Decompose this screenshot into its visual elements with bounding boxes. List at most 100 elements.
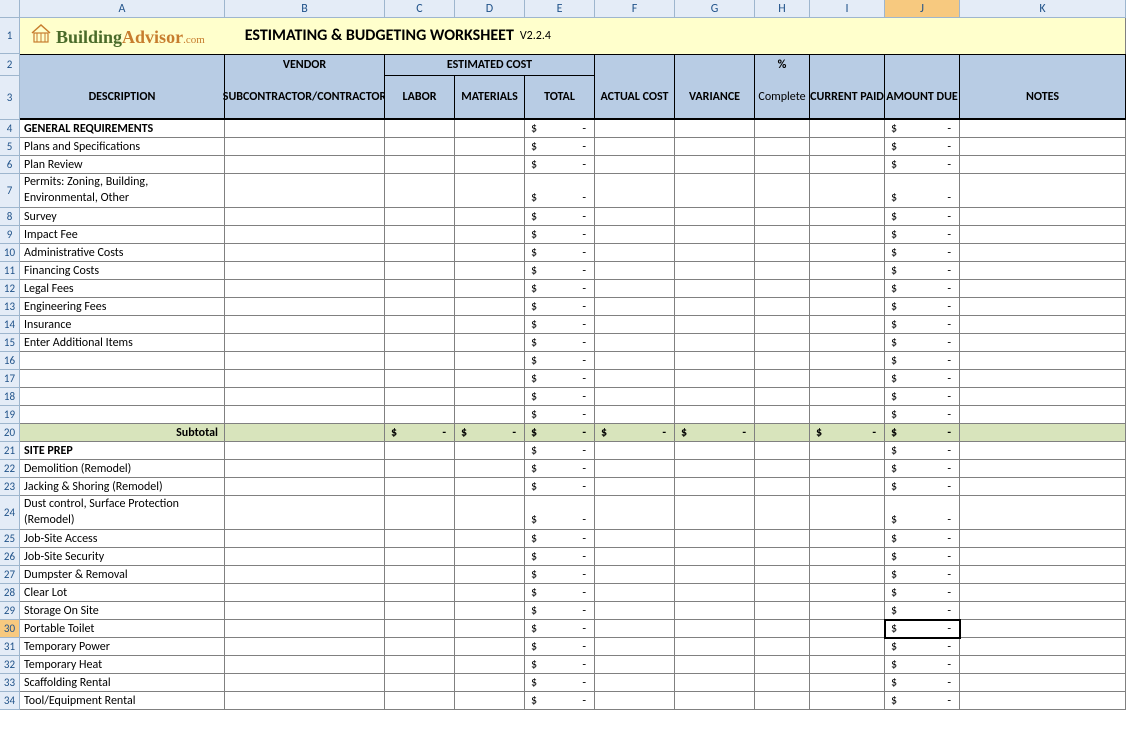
col-header-B[interactable]: B [225,0,385,17]
labor-cell[interactable] [385,280,455,298]
col-header-J[interactable]: J [885,0,960,17]
notes-cell[interactable] [960,174,1126,208]
labor-cell[interactable] [385,602,455,620]
labor-cell[interactable] [385,478,455,496]
notes-cell[interactable] [960,638,1126,656]
materials-cell[interactable] [455,566,525,584]
desc-cell[interactable]: Dumpster & Removal [20,566,225,584]
notes-cell[interactable] [960,280,1126,298]
row-header-18[interactable]: 18 [0,388,20,406]
variance-cell[interactable] [675,620,755,638]
total-cell[interactable]: $- [525,120,595,138]
vendor-cell[interactable] [225,656,385,674]
pct-cell[interactable] [755,388,810,406]
materials-cell[interactable] [455,120,525,138]
paid-cell[interactable] [810,442,885,460]
materials-cell[interactable] [455,656,525,674]
desc-cell[interactable]: Dust control, Surface Protection (Remode… [20,496,225,530]
paid-cell[interactable] [810,208,885,226]
desc-cell[interactable]: Temporary Power [20,638,225,656]
due-cell[interactable]: $- [885,478,960,496]
vendor-cell[interactable] [225,674,385,692]
col-header-F[interactable]: F [595,0,675,17]
pct-cell[interactable] [755,370,810,388]
materials-cell[interactable] [455,620,525,638]
total-cell[interactable]: $- [525,334,595,352]
total-cell[interactable]: $- [525,674,595,692]
actual-cell[interactable] [595,138,675,156]
row-header-32[interactable]: 32 [0,656,20,674]
due-cell[interactable]: $- [885,388,960,406]
total-cell[interactable]: $- [525,566,595,584]
labor-cell[interactable] [385,244,455,262]
variance-cell[interactable] [675,460,755,478]
variance-cell[interactable] [675,656,755,674]
labor-cell[interactable] [385,120,455,138]
notes-cell[interactable] [960,388,1126,406]
total-cell[interactable]: $- [525,226,595,244]
labor-cell[interactable] [385,208,455,226]
notes-cell[interactable] [960,656,1126,674]
vendor-cell[interactable] [225,442,385,460]
vendor-cell[interactable] [225,280,385,298]
variance-cell[interactable] [675,208,755,226]
vendor-cell[interactable] [225,406,385,424]
paid-cell[interactable] [810,530,885,548]
materials-cell[interactable] [455,208,525,226]
desc-cell[interactable]: Clear Lot [20,584,225,602]
vendor-cell[interactable] [225,460,385,478]
labor-cell[interactable] [385,298,455,316]
due-cell[interactable]: $- [885,496,960,530]
row-header-34[interactable]: 34 [0,692,20,710]
labor-cell[interactable] [385,530,455,548]
paid-cell[interactable] [810,460,885,478]
desc-cell[interactable] [20,406,225,424]
notes-cell[interactable] [960,244,1126,262]
desc-cell[interactable]: Jacking & Shoring (Remodel) [20,478,225,496]
labor-cell[interactable] [385,674,455,692]
pct-cell[interactable] [755,280,810,298]
due-cell[interactable]: $- [885,442,960,460]
variance-cell[interactable] [675,352,755,370]
row-header-13[interactable]: 13 [0,298,20,316]
variance-cell[interactable] [675,156,755,174]
paid-cell[interactable] [810,138,885,156]
due-cell[interactable]: $- [885,370,960,388]
variance-cell[interactable] [675,174,755,208]
actual-cell[interactable] [595,620,675,638]
due-cell[interactable]: $- [885,262,960,280]
actual-cell[interactable] [595,120,675,138]
due-cell[interactable]: $- [885,226,960,244]
vendor-cell[interactable] [225,388,385,406]
actual-cell[interactable] [595,406,675,424]
materials-cell[interactable] [455,460,525,478]
paid-cell[interactable] [810,388,885,406]
due-cell[interactable]: $- [885,156,960,174]
paid-cell[interactable] [810,620,885,638]
materials-cell[interactable] [455,316,525,334]
desc-cell[interactable]: GENERAL REQUIREMENTS [20,120,225,138]
select-all-corner[interactable] [0,0,20,17]
total-cell[interactable]: $- [525,478,595,496]
due-cell[interactable]: $- [885,656,960,674]
desc-cell[interactable]: Plans and Specifications [20,138,225,156]
labor-cell[interactable] [385,584,455,602]
total-cell[interactable]: $- [525,548,595,566]
materials-cell[interactable] [455,334,525,352]
row-header-17[interactable]: 17 [0,370,20,388]
notes-cell[interactable] [960,674,1126,692]
materials-cell[interactable] [455,262,525,280]
labor-cell[interactable] [385,496,455,530]
due-cell[interactable]: $- [885,548,960,566]
paid-cell[interactable] [810,674,885,692]
actual-cell[interactable] [595,584,675,602]
total-cell[interactable]: $- [525,174,595,208]
paid-cell[interactable] [810,478,885,496]
actual-cell[interactable] [595,460,675,478]
total-cell[interactable]: $- [525,620,595,638]
labor-cell[interactable] [385,656,455,674]
notes-cell[interactable] [960,620,1126,638]
row-header-14[interactable]: 14 [0,316,20,334]
total-cell[interactable]: $- [525,496,595,530]
vendor-cell[interactable] [225,370,385,388]
